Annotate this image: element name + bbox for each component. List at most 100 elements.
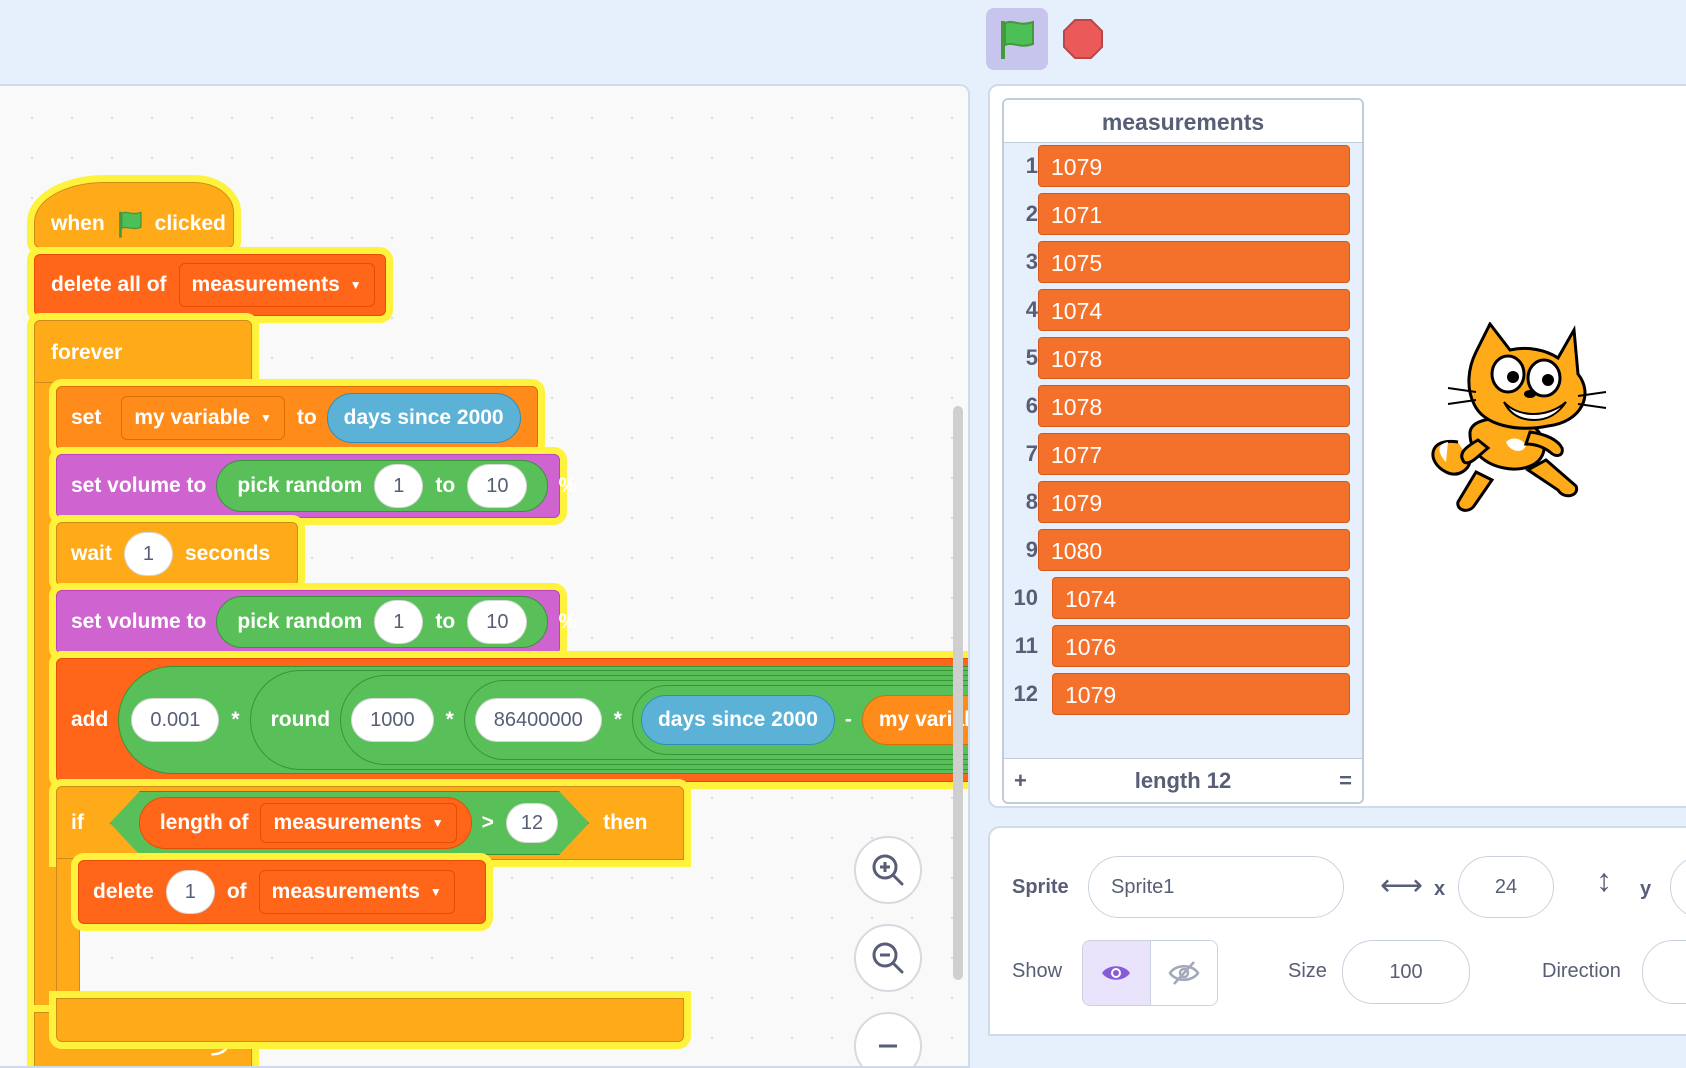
zoom-in-button[interactable] xyxy=(854,836,922,904)
forever-block[interactable]: forever xyxy=(34,320,252,386)
multiply-inner-reporter[interactable]: 1000 * 86400000 * days since 2000 - my v… xyxy=(340,675,968,765)
list-item-index: 9 xyxy=(1025,537,1038,562)
code-workspace[interactable]: when clicked delete all of measurements ▼… xyxy=(0,84,970,1068)
list-item-value[interactable]: 1080 xyxy=(1038,529,1350,571)
y-input[interactable] xyxy=(1670,856,1686,918)
add-label: add xyxy=(71,708,109,731)
days-since-2000-reporter[interactable]: days since 2000 xyxy=(326,393,521,443)
list-item[interactable]: 2 1071 xyxy=(1004,192,1362,236)
list-item-value[interactable]: 1079 xyxy=(1038,481,1350,523)
list-item-value[interactable]: 1079 xyxy=(1038,145,1350,187)
to-label: to xyxy=(296,406,317,429)
list-dropdown[interactable]: measurements ▼ xyxy=(260,803,456,843)
list-dropdown[interactable]: measurements ▼ xyxy=(178,263,375,307)
list-item-value[interactable]: 1077 xyxy=(1038,433,1350,475)
add-to-list-block[interactable]: add 0.001 * round 1000 * 86400000 * days… xyxy=(56,658,968,782)
x-input[interactable]: 24 xyxy=(1458,856,1554,918)
vertical-scrollbar[interactable] xyxy=(953,406,963,980)
list-item[interactable]: 6 1078 xyxy=(1004,384,1362,428)
list-item[interactable]: 9 1080 xyxy=(1004,528,1362,572)
list-item-index: 10 xyxy=(1013,585,1038,610)
list-item[interactable]: 12 1079 xyxy=(1004,672,1362,716)
list-item-value[interactable]: 1078 xyxy=(1038,337,1350,379)
length-of-reporter[interactable]: length of measurements ▼ xyxy=(139,797,472,849)
list-dropdown[interactable]: measurements ▼ xyxy=(258,870,455,914)
horizontal-arrow-icon: ⟷ xyxy=(1380,869,1424,902)
scratch-cat-sprite[interactable] xyxy=(1418,322,1618,522)
stage[interactable]: measurements 1 1079 2 1071 3 1075 4 1074 5 1078 6 1… xyxy=(988,84,1686,808)
compare-value-input[interactable]: 12 xyxy=(506,803,558,843)
multiply-ms-reporter[interactable]: 86400000 * days since 2000 - my variable xyxy=(463,680,968,760)
round-reporter[interactable]: round 1000 * 86400000 * days since 2000 … xyxy=(249,670,968,770)
list-resize-handle[interactable]: = xyxy=(1339,768,1352,794)
list-monitor[interactable]: measurements 1 1079 2 1071 3 1075 4 1074 5 1078 6 1… xyxy=(1002,98,1364,804)
list-item[interactable]: 1 1079 xyxy=(1004,144,1362,188)
days-since-2000-reporter[interactable]: days since 2000 xyxy=(640,695,835,745)
size-input[interactable]: 100 xyxy=(1342,940,1470,1004)
show-visible-button[interactable] xyxy=(1083,941,1151,1005)
direction-input[interactable] xyxy=(1642,940,1686,1004)
ms-per-day-input[interactable]: 86400000 xyxy=(474,698,602,742)
thousand-input[interactable]: 1000 xyxy=(351,698,434,742)
multiplier-input[interactable]: 0.001 xyxy=(131,698,220,742)
seconds-label: seconds xyxy=(184,542,271,565)
show-hidden-button[interactable] xyxy=(1150,941,1217,1005)
random-from-input[interactable]: 1 xyxy=(374,464,424,508)
green-flag-button[interactable] xyxy=(986,8,1048,70)
set-volume-block-1[interactable]: set volume to pick random 1 to 10 % xyxy=(56,454,577,518)
list-item[interactable]: 10 1074 xyxy=(1004,576,1362,620)
delete-index-input[interactable]: 1 xyxy=(165,870,215,914)
pick-random-label: pick random xyxy=(237,474,363,497)
list-item[interactable]: 4 1074 xyxy=(1004,288,1362,332)
eye-slash-icon xyxy=(1168,961,1200,985)
show-toggle xyxy=(1082,940,1218,1006)
wait-block[interactable]: wait 1 seconds xyxy=(56,522,298,586)
y-label: y xyxy=(1640,878,1652,900)
if-block[interactable]: if length of measurements ▼ > 12 then xyxy=(56,786,684,860)
set-variable-block[interactable]: set my variable ▼ to days since 2000 xyxy=(56,386,538,450)
list-item[interactable]: 8 1079 xyxy=(1004,480,1362,524)
delete-item-block[interactable]: delete 1 of measurements ▼ xyxy=(78,860,486,924)
minus-sign: - xyxy=(844,708,852,731)
subtract-reporter[interactable]: days since 2000 - my variable xyxy=(631,685,968,755)
multiply-sign: * xyxy=(445,708,454,731)
list-item-value[interactable]: 1076 xyxy=(1052,625,1350,667)
list-item-value[interactable]: 1078 xyxy=(1038,385,1350,427)
multiply-reporter[interactable]: 0.001 * round 1000 * 86400000 * days sin… xyxy=(118,666,968,774)
greater-than-sign: > xyxy=(481,811,494,834)
zoom-reset-button[interactable] xyxy=(854,1012,922,1066)
random-from-input[interactable]: 1 xyxy=(374,600,424,644)
set-volume-label: set volume to xyxy=(71,610,207,633)
list-item-index: 12 xyxy=(1013,681,1038,706)
set-label: set xyxy=(71,406,102,429)
set-volume-block-2[interactable]: set volume to pick random 1 to 10 % xyxy=(56,590,577,654)
list-add-button[interactable]: + xyxy=(1014,768,1027,794)
list-item[interactable]: 3 1075 xyxy=(1004,240,1362,284)
random-max-input[interactable]: 10 xyxy=(467,464,528,508)
list-item[interactable]: 11 1076 xyxy=(1004,624,1362,668)
pick-random-reporter[interactable]: pick random 1 to 10 xyxy=(216,460,549,512)
pick-random-reporter[interactable]: pick random 1 to 10 xyxy=(216,596,549,648)
percent-label: % xyxy=(558,474,578,497)
list-item-value[interactable]: 1074 xyxy=(1038,289,1350,331)
list-item-value[interactable]: 1071 xyxy=(1038,193,1350,235)
sprite-name-value: Sprite1 xyxy=(1111,875,1175,898)
zoom-out-button[interactable] xyxy=(854,924,922,992)
variable-dropdown[interactable]: my variable ▼ xyxy=(121,396,285,440)
list-item-index: 6 xyxy=(1025,393,1038,418)
list-item[interactable]: 7 1077 xyxy=(1004,432,1362,476)
sprite-name-input[interactable]: Sprite1 xyxy=(1088,856,1344,918)
stop-button[interactable] xyxy=(1058,14,1108,64)
wait-label: wait xyxy=(71,542,112,565)
list-item-value[interactable]: 1075 xyxy=(1038,241,1350,283)
when-flag-clicked-block[interactable]: when clicked xyxy=(34,182,234,248)
delete-all-block[interactable]: delete all of measurements ▼ xyxy=(34,254,386,316)
greater-than-reporter[interactable]: length of measurements ▼ > 12 xyxy=(110,791,589,855)
random-max-input[interactable]: 10 xyxy=(467,600,528,644)
list-item-value[interactable]: 1079 xyxy=(1052,673,1350,715)
list-item-value[interactable]: 1074 xyxy=(1052,577,1350,619)
list-item[interactable]: 5 1078 xyxy=(1004,336,1362,380)
stop-sign-icon xyxy=(1063,19,1103,59)
then-label: then xyxy=(603,811,648,834)
wait-seconds-input[interactable]: 1 xyxy=(123,532,173,576)
